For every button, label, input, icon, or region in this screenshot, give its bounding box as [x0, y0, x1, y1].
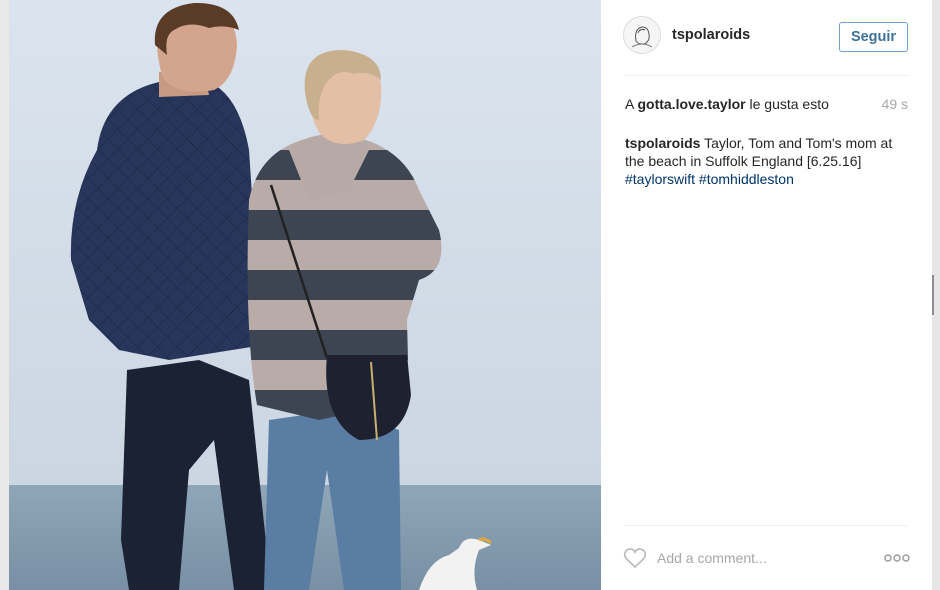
- post-caption: tspolaroids Taylor, Tom and Tom's mom at…: [625, 134, 915, 188]
- likes-suffix: le gusta esto: [749, 96, 829, 112]
- avatar-drawing: [624, 17, 660, 53]
- post-header: tspolaroids Seguir: [601, 0, 932, 76]
- hashtag-link[interactable]: #taylorswift: [625, 171, 695, 187]
- comment-input[interactable]: [657, 547, 877, 569]
- hashtag-link[interactable]: #tomhiddleston: [699, 171, 794, 187]
- likes-line: A gotta.love.taylor le gusta esto: [625, 96, 908, 112]
- likes-prefix: A: [625, 96, 634, 112]
- scroll-indicator: [932, 275, 934, 315]
- liker-username[interactable]: gotta.love.taylor: [637, 96, 745, 112]
- post-timestamp[interactable]: 49 s: [882, 96, 908, 112]
- footer-divider: [625, 525, 908, 526]
- caption-author[interactable]: tspolaroids: [625, 135, 700, 151]
- follow-button[interactable]: Seguir: [839, 22, 908, 52]
- more-options-icon[interactable]: [883, 552, 911, 564]
- post-username[interactable]: tspolaroids: [672, 27, 750, 43]
- post-details-panel: tspolaroids Seguir A gotta.love.taylor l…: [601, 0, 932, 590]
- post-photo[interactable]: [9, 0, 601, 590]
- header-divider: [625, 75, 908, 76]
- photo-illustration: [9, 0, 601, 590]
- page-background-right: [932, 0, 940, 590]
- avatar-icon[interactable]: [623, 16, 661, 54]
- page-background-left: [0, 0, 9, 590]
- heart-icon[interactable]: [623, 547, 647, 569]
